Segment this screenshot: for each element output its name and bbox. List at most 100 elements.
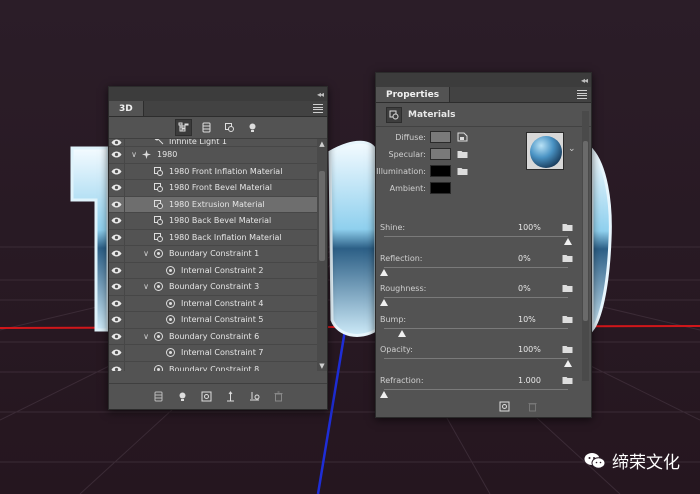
- slider-track[interactable]: [384, 266, 568, 268]
- folder-icon[interactable]: [562, 222, 573, 232]
- slider-handle[interactable]: [380, 268, 388, 276]
- add-light-icon[interactable]: [175, 390, 189, 404]
- layer-name: 1980 Back Inflation Material: [169, 232, 282, 242]
- chevron-down-icon[interactable]: ∨: [129, 150, 139, 159]
- slider-track[interactable]: [384, 389, 568, 390]
- delete-icon[interactable]: [271, 390, 285, 404]
- specular-swatch[interactable]: [430, 148, 451, 160]
- visibility-eye-icon[interactable]: [109, 262, 125, 278]
- chevron-down-icon[interactable]: ∨: [141, 332, 151, 341]
- layer-row[interactable]: 1980 Back Inflation Material: [109, 229, 327, 246]
- layer-row[interactable]: Internal Constraint 2: [109, 262, 327, 279]
- layer-list-scrollbar[interactable]: ▲ ▼: [317, 139, 327, 371]
- folder-icon[interactable]: [457, 166, 468, 176]
- visibility-eye-icon[interactable]: [109, 180, 125, 196]
- chevron-down-icon[interactable]: ∨: [141, 249, 151, 258]
- panel-menu-icon[interactable]: [313, 104, 323, 113]
- tab-properties[interactable]: Properties: [376, 87, 451, 102]
- visibility-eye-icon[interactable]: [109, 139, 125, 146]
- constraint-icon: [151, 280, 165, 294]
- light-filter-icon[interactable]: [244, 119, 261, 136]
- layer-row[interactable]: Infinite Light 1: [109, 139, 327, 147]
- slider-value[interactable]: 0%: [518, 254, 531, 263]
- visibility-eye-icon[interactable]: [109, 312, 125, 328]
- visibility-eye-icon[interactable]: [109, 361, 125, 371]
- slider-handle[interactable]: [564, 238, 572, 245]
- render-icon[interactable]: [498, 399, 512, 413]
- render-icon[interactable]: [199, 390, 213, 404]
- folder-icon[interactable]: [562, 283, 573, 293]
- watermark-text: 缔荣文化: [612, 453, 680, 473]
- layer-row[interactable]: 1980 Back Bevel Material: [109, 213, 327, 230]
- illumination-row: Illumination:: [376, 164, 468, 178]
- slider-track[interactable]: [384, 236, 568, 237]
- ambient-swatch[interactable]: [430, 182, 451, 194]
- slider-handle[interactable]: [398, 329, 407, 337]
- layer-row[interactable]: Internal Constraint 7: [109, 345, 327, 362]
- folder-icon[interactable]: [562, 344, 573, 354]
- coordinates-icon[interactable]: [223, 390, 237, 404]
- panel-menu-icon[interactable]: [577, 90, 587, 99]
- delete-icon[interactable]: [526, 399, 540, 413]
- visibility-eye-icon[interactable]: [109, 163, 125, 179]
- layer-row[interactable]: Boundary Constraint 8: [109, 361, 327, 371]
- layer-row[interactable]: Internal Constraint 5: [109, 312, 327, 329]
- slider-track[interactable]: [384, 358, 568, 360]
- collapse-icon[interactable]: ◂◂: [581, 76, 588, 85]
- mesh-filter-icon[interactable]: [198, 119, 215, 136]
- visibility-eye-icon[interactable]: [109, 196, 125, 212]
- texture-page-icon[interactable]: [457, 132, 468, 142]
- scene-filter-icon[interactable]: [175, 119, 192, 136]
- material-filter-icon[interactable]: [221, 119, 238, 136]
- visibility-eye-icon[interactable]: [109, 279, 125, 295]
- properties-scrollbar[interactable]: [582, 111, 589, 381]
- layer-row[interactable]: Internal Constraint 4: [109, 295, 327, 312]
- slider-value[interactable]: 100%: [518, 223, 541, 232]
- slider-track[interactable]: [384, 327, 568, 329]
- chevron-down-icon[interactable]: ∨: [141, 282, 151, 291]
- collapse-icon[interactable]: ◂◂: [317, 90, 324, 99]
- visibility-eye-icon[interactable]: [109, 229, 125, 245]
- visibility-eye-icon[interactable]: [109, 295, 125, 311]
- slider-handle[interactable]: [380, 299, 388, 307]
- illumination-label: Illumination:: [376, 166, 426, 176]
- scrollbar-thumb[interactable]: [319, 171, 325, 261]
- new-mesh-icon[interactable]: [151, 390, 165, 404]
- folder-icon[interactable]: [562, 253, 573, 263]
- folder-icon[interactable]: [457, 149, 468, 159]
- layer-row[interactable]: ∨ Boundary Constraint 1: [109, 246, 327, 263]
- tab-3d[interactable]: 3D: [109, 101, 144, 116]
- layer-row[interactable]: ∨ Boundary Constraint 6: [109, 328, 327, 345]
- layer-row[interactable]: ∨ 1980: [109, 147, 327, 164]
- visibility-eye-icon[interactable]: [109, 328, 125, 344]
- illumination-swatch[interactable]: [430, 165, 451, 177]
- materials-title: Materials: [408, 109, 456, 120]
- visibility-eye-icon[interactable]: [109, 213, 125, 229]
- visibility-eye-icon[interactable]: [109, 246, 125, 262]
- slider-handle[interactable]: [564, 360, 572, 368]
- layer-row[interactable]: ∨ Boundary Constraint 3: [109, 279, 327, 296]
- slider-value[interactable]: 1.000: [518, 376, 541, 385]
- slider-row: Shine: 100%: [376, 223, 582, 253]
- folder-icon[interactable]: [562, 375, 573, 385]
- visibility-eye-icon[interactable]: [109, 345, 125, 361]
- layer-row[interactable]: 1980 Extrusion Material: [109, 196, 327, 213]
- material-preview[interactable]: [526, 132, 564, 170]
- scrollbar-thumb[interactable]: [583, 141, 588, 321]
- slider-track[interactable]: [384, 297, 568, 299]
- chevron-down-icon[interactable]: ⌄: [568, 144, 576, 154]
- scroll-up-icon[interactable]: ▲: [318, 140, 326, 148]
- properties-panel-topbar[interactable]: ◂◂: [376, 73, 591, 87]
- constraint-icon: [151, 362, 165, 371]
- slider-value[interactable]: 10%: [518, 315, 536, 324]
- layer-row[interactable]: 1980 Front Bevel Material: [109, 180, 327, 197]
- folder-icon[interactable]: [562, 314, 573, 324]
- layer-row[interactable]: 1980 Front Inflation Material: [109, 163, 327, 180]
- slider-value[interactable]: 100%: [518, 345, 541, 354]
- visibility-eye-icon[interactable]: [109, 147, 125, 163]
- 3d-panel-topbar[interactable]: ◂◂: [109, 87, 327, 101]
- scroll-down-icon[interactable]: ▼: [318, 362, 326, 370]
- diffuse-swatch[interactable]: [430, 131, 451, 143]
- slider-value[interactable]: 0%: [518, 284, 531, 293]
- ground-icon[interactable]: [247, 390, 261, 404]
